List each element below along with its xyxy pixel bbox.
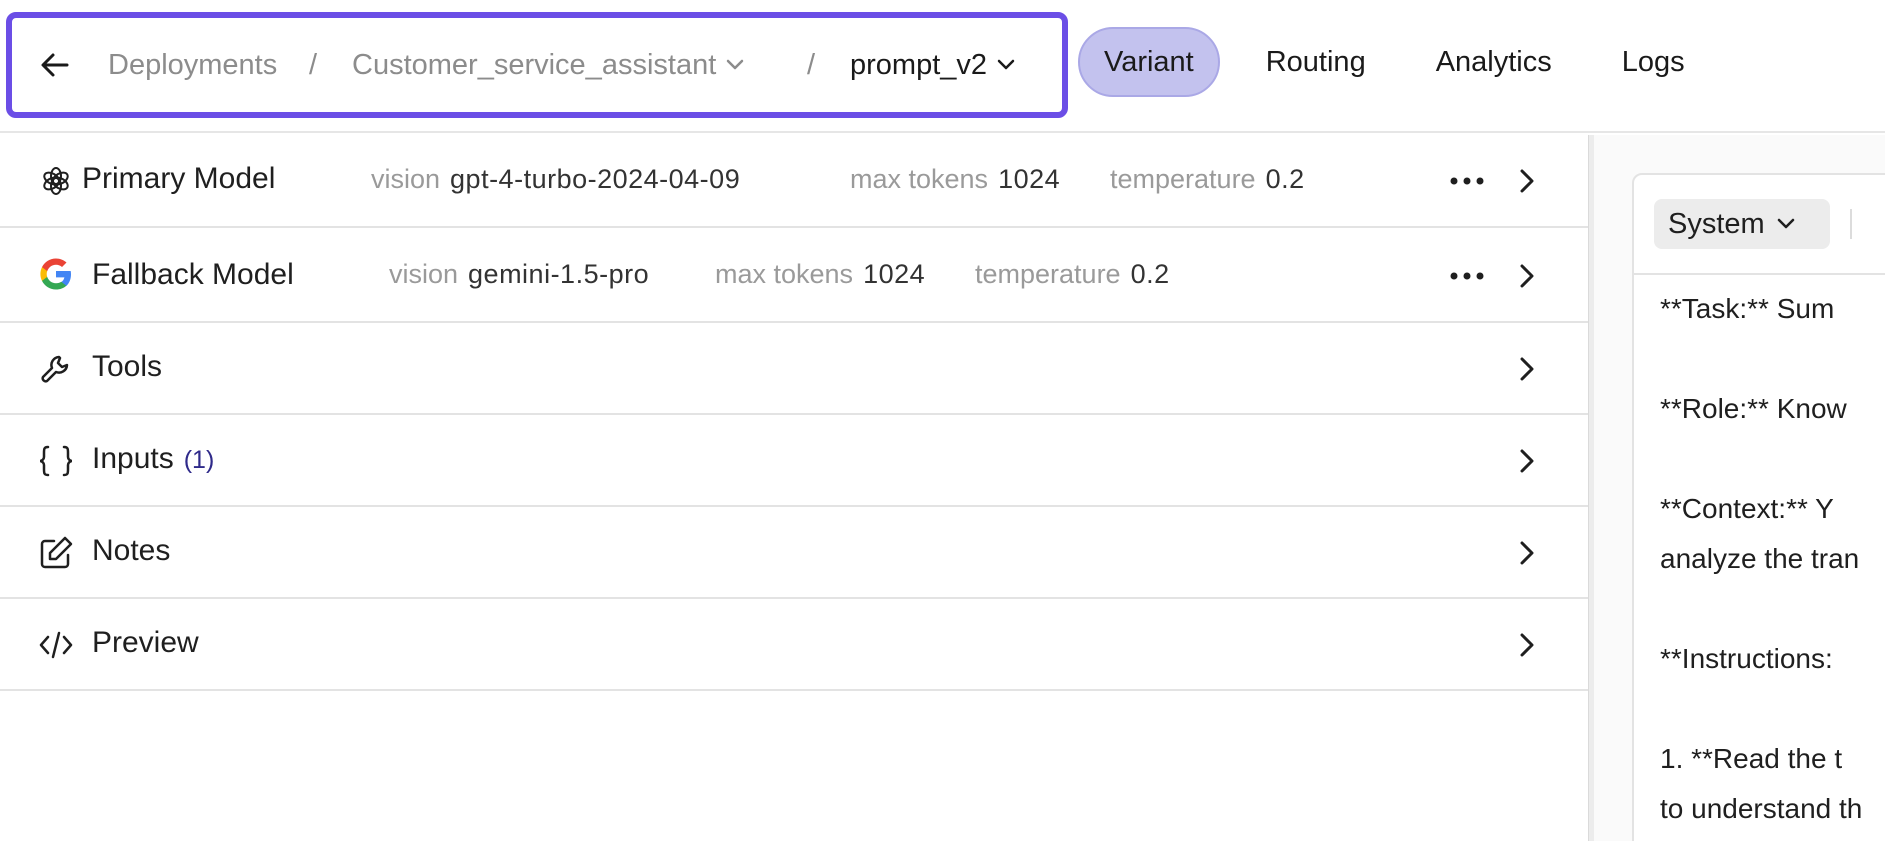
google-icon (36, 254, 76, 294)
meta-value: 1024 (863, 259, 926, 289)
primary-model-temperature: temperature 0.2 (1110, 164, 1305, 195)
breadcrumb-separator: / (807, 48, 816, 81)
inputs-count-badge: (1) (183, 446, 215, 474)
tab-variant[interactable]: Variant (1078, 27, 1220, 97)
breadcrumb-separator: / (309, 48, 318, 81)
more-horizontal-icon (1450, 177, 1484, 185)
preview-row[interactable]: Preview (0, 599, 1588, 691)
chevron-right-icon (1512, 354, 1542, 384)
fallback-model-title: Fallback Model (92, 258, 294, 291)
meta-key: temperature (1110, 164, 1256, 194)
tab-bar: Variant Routing Analytics Logs (1078, 27, 1731, 97)
meta-key: max tokens (715, 259, 854, 289)
meta-value: 1024 (998, 164, 1061, 194)
back-button[interactable] (38, 48, 72, 82)
fallback-model-row[interactable]: Fallback Model vision gemini-1.5-pro max … (0, 228, 1588, 323)
meta-value: gpt-4-turbo-2024-04-09 (450, 164, 741, 194)
preview-title: Preview (92, 626, 199, 659)
prompt-panel: System **Task:** Sum **Role:** Know **Co… (1594, 135, 1885, 841)
fallback-model-vision: vision gemini-1.5-pro (389, 259, 649, 290)
prompt-line: **Role:** Know (1660, 393, 1847, 424)
chevron-down-icon (727, 59, 744, 70)
prompt-editor-header: System (1634, 175, 1885, 275)
prompt-line: to understand th (1660, 793, 1863, 824)
primary-model-row[interactable]: Primary Model vision gpt-4-turbo-2024-04-… (0, 135, 1588, 228)
chevron-right-icon (1512, 538, 1542, 568)
breadcrumb-prompt-v2[interactable]: prompt_v2 (850, 18, 1015, 112)
meta-key: temperature (975, 259, 1121, 289)
breadcrumb-customer-service-assistant[interactable]: Customer_service_assistant (352, 18, 744, 112)
notes-title: Notes (92, 534, 171, 567)
more-options-button[interactable] (1447, 261, 1487, 291)
wrench-icon (36, 349, 76, 389)
meta-value: 0.2 (1265, 164, 1305, 194)
prompt-editor-card: System **Task:** Sum **Role:** Know **Co… (1632, 173, 1885, 841)
prompt-line: **Task:** Sum (1660, 293, 1835, 324)
primary-model-title: Primary Model (82, 162, 276, 195)
chevron-right-icon (1512, 261, 1542, 291)
inputs-label: Inputs (92, 442, 174, 475)
braces-icon (36, 441, 76, 481)
primary-model-vision: vision gpt-4-turbo-2024-04-09 (371, 164, 740, 195)
role-select-value: System (1668, 207, 1765, 240)
inputs-title: Inputs (1) (92, 442, 214, 476)
breadcrumb-label: prompt_v2 (850, 48, 988, 81)
tab-logs[interactable]: Logs (1598, 27, 1709, 97)
prompt-line: **Instructions: (1660, 643, 1833, 674)
meta-key: vision (371, 164, 441, 194)
meta-key: max tokens (850, 164, 989, 194)
breadcrumb: Deployments / Customer_service_assistant… (6, 12, 1068, 118)
role-select[interactable]: System (1654, 199, 1830, 249)
meta-value: gemini-1.5-pro (468, 259, 650, 289)
prompt-line: **Context:** Y (1660, 493, 1834, 524)
fallback-model-max-tokens: max tokens 1024 (715, 259, 925, 290)
top-bar: Deployments / Customer_service_assistant… (0, 0, 1885, 133)
config-panel: Primary Model vision gpt-4-turbo-2024-04-… (0, 135, 1588, 841)
prompt-line: 1. **Read the t (1660, 743, 1843, 774)
inputs-row[interactable]: Inputs (1) (0, 415, 1588, 507)
chevron-right-icon (1512, 446, 1542, 476)
chevron-right-icon (1512, 166, 1542, 196)
more-horizontal-icon (1450, 272, 1484, 280)
tab-routing[interactable]: Routing (1242, 27, 1390, 97)
primary-model-max-tokens: max tokens 1024 (850, 164, 1060, 195)
fallback-model-temperature: temperature 0.2 (975, 259, 1170, 290)
edit-icon (36, 533, 76, 573)
chevron-down-icon (997, 59, 1015, 70)
notes-row[interactable]: Notes (0, 507, 1588, 599)
more-options-button[interactable] (1447, 166, 1487, 196)
arrow-left-icon (41, 53, 69, 77)
chevron-down-icon (1777, 218, 1794, 229)
openai-icon (36, 161, 76, 201)
code-icon (36, 625, 76, 665)
breadcrumb-deployments[interactable]: Deployments (108, 18, 277, 112)
chevron-right-icon (1512, 630, 1542, 660)
meta-value: 0.2 (1130, 259, 1170, 289)
tools-row[interactable]: Tools (0, 323, 1588, 415)
tools-title: Tools (92, 350, 163, 383)
tab-analytics[interactable]: Analytics (1412, 27, 1576, 97)
meta-key: vision (389, 259, 459, 289)
breadcrumb-label: Customer_service_assistant (352, 48, 717, 81)
toolbar-divider (1850, 209, 1852, 239)
prompt-line: analyze the tran (1660, 543, 1860, 574)
